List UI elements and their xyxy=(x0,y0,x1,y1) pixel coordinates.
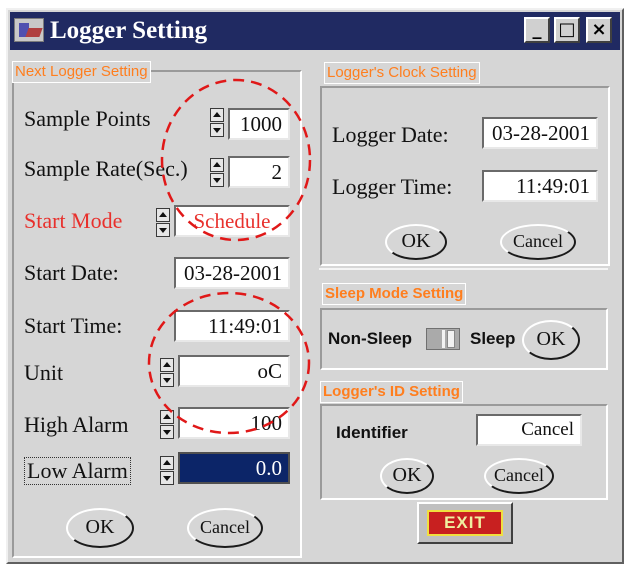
next-logger-cancel-button[interactable]: Cancel xyxy=(187,508,263,548)
spin-down-icon[interactable] xyxy=(210,123,224,137)
start-time-field[interactable]: 11:49:01 xyxy=(174,310,290,342)
start-mode-field[interactable]: Schedule xyxy=(174,205,290,237)
window-title: Logger Setting xyxy=(50,17,208,44)
app-icon xyxy=(14,18,44,42)
start-date-label: Start Date: xyxy=(24,260,119,285)
divider xyxy=(319,268,608,270)
sample-rate-spinner[interactable] xyxy=(210,158,224,188)
id-ok-button[interactable]: OK xyxy=(380,458,434,494)
close-button[interactable]: × xyxy=(586,17,612,43)
non-sleep-label: Non-Sleep xyxy=(328,329,413,348)
sleep-label: Sleep xyxy=(470,329,516,348)
unit-field[interactable]: oC xyxy=(178,355,290,387)
clock-ok-button[interactable]: OK xyxy=(385,224,447,260)
high-alarm-spinner[interactable] xyxy=(160,410,174,440)
exit-button[interactable]: EXIT xyxy=(417,502,513,544)
maximize-button[interactable]: □ xyxy=(554,17,580,43)
high-alarm-field[interactable]: 100 xyxy=(178,407,290,439)
sample-points-field[interactable]: 1000 xyxy=(228,108,290,140)
sleep-group-label: Sleep Mode Setting xyxy=(322,283,467,305)
start-time-label: Start Time: xyxy=(24,313,123,338)
spin-up-icon[interactable] xyxy=(160,410,174,424)
minimize-button[interactable]: _ xyxy=(524,17,550,43)
low-alarm-spinner[interactable] xyxy=(160,456,174,486)
spin-down-icon[interactable] xyxy=(156,223,170,237)
logger-date-label: Logger Date: xyxy=(332,122,449,147)
high-alarm-label: High Alarm xyxy=(24,412,129,437)
unit-spinner[interactable] xyxy=(160,358,174,388)
spin-up-icon[interactable] xyxy=(210,158,224,172)
identifier-field[interactable]: Cancel xyxy=(476,414,582,446)
sample-rate-field[interactable]: 2 xyxy=(228,156,290,188)
logger-time-label: Logger Time: xyxy=(332,174,453,199)
logger-date-field[interactable]: 03-28-2001 xyxy=(482,117,598,149)
spin-down-icon[interactable] xyxy=(160,471,174,485)
sample-points-label: Sample Points xyxy=(24,106,151,131)
logger-time-field[interactable]: 11:49:01 xyxy=(482,170,598,202)
sleep-ok-button[interactable]: OK xyxy=(522,320,580,360)
start-date-field[interactable]: 03-28-2001 xyxy=(174,257,290,289)
start-mode-spinner[interactable] xyxy=(156,208,170,238)
spin-down-icon[interactable] xyxy=(160,373,174,387)
spin-down-icon[interactable] xyxy=(210,173,224,187)
id-cancel-button[interactable]: Cancel xyxy=(484,458,554,494)
clock-group-label: Logger's Clock Setting xyxy=(324,62,480,84)
clock-cancel-button[interactable]: Cancel xyxy=(500,224,576,260)
low-alarm-label: Low Alarm xyxy=(24,457,131,485)
spin-up-icon[interactable] xyxy=(160,358,174,372)
spin-up-icon[interactable] xyxy=(210,108,224,122)
unit-label: Unit xyxy=(24,360,64,385)
id-group-label: Logger's ID Setting xyxy=(320,381,463,403)
exit-label: EXIT xyxy=(427,510,503,536)
spin-up-icon[interactable] xyxy=(160,456,174,470)
title-bar[interactable]: Logger Setting _ □ × xyxy=(10,12,620,50)
low-alarm-field[interactable]: 0.0 xyxy=(178,452,290,484)
spin-up-icon[interactable] xyxy=(156,208,170,222)
identifier-label: Identifier xyxy=(336,423,408,442)
next-logger-group-label: Next Logger Setting xyxy=(12,61,151,83)
next-logger-ok-button[interactable]: OK xyxy=(66,508,134,548)
sample-points-spinner[interactable] xyxy=(210,108,224,138)
sample-rate-label: Sample Rate(Sec.) xyxy=(24,156,188,181)
start-mode-label: Start Mode xyxy=(24,208,123,233)
sleep-toggle[interactable] xyxy=(426,328,460,350)
spin-down-icon[interactable] xyxy=(160,425,174,439)
